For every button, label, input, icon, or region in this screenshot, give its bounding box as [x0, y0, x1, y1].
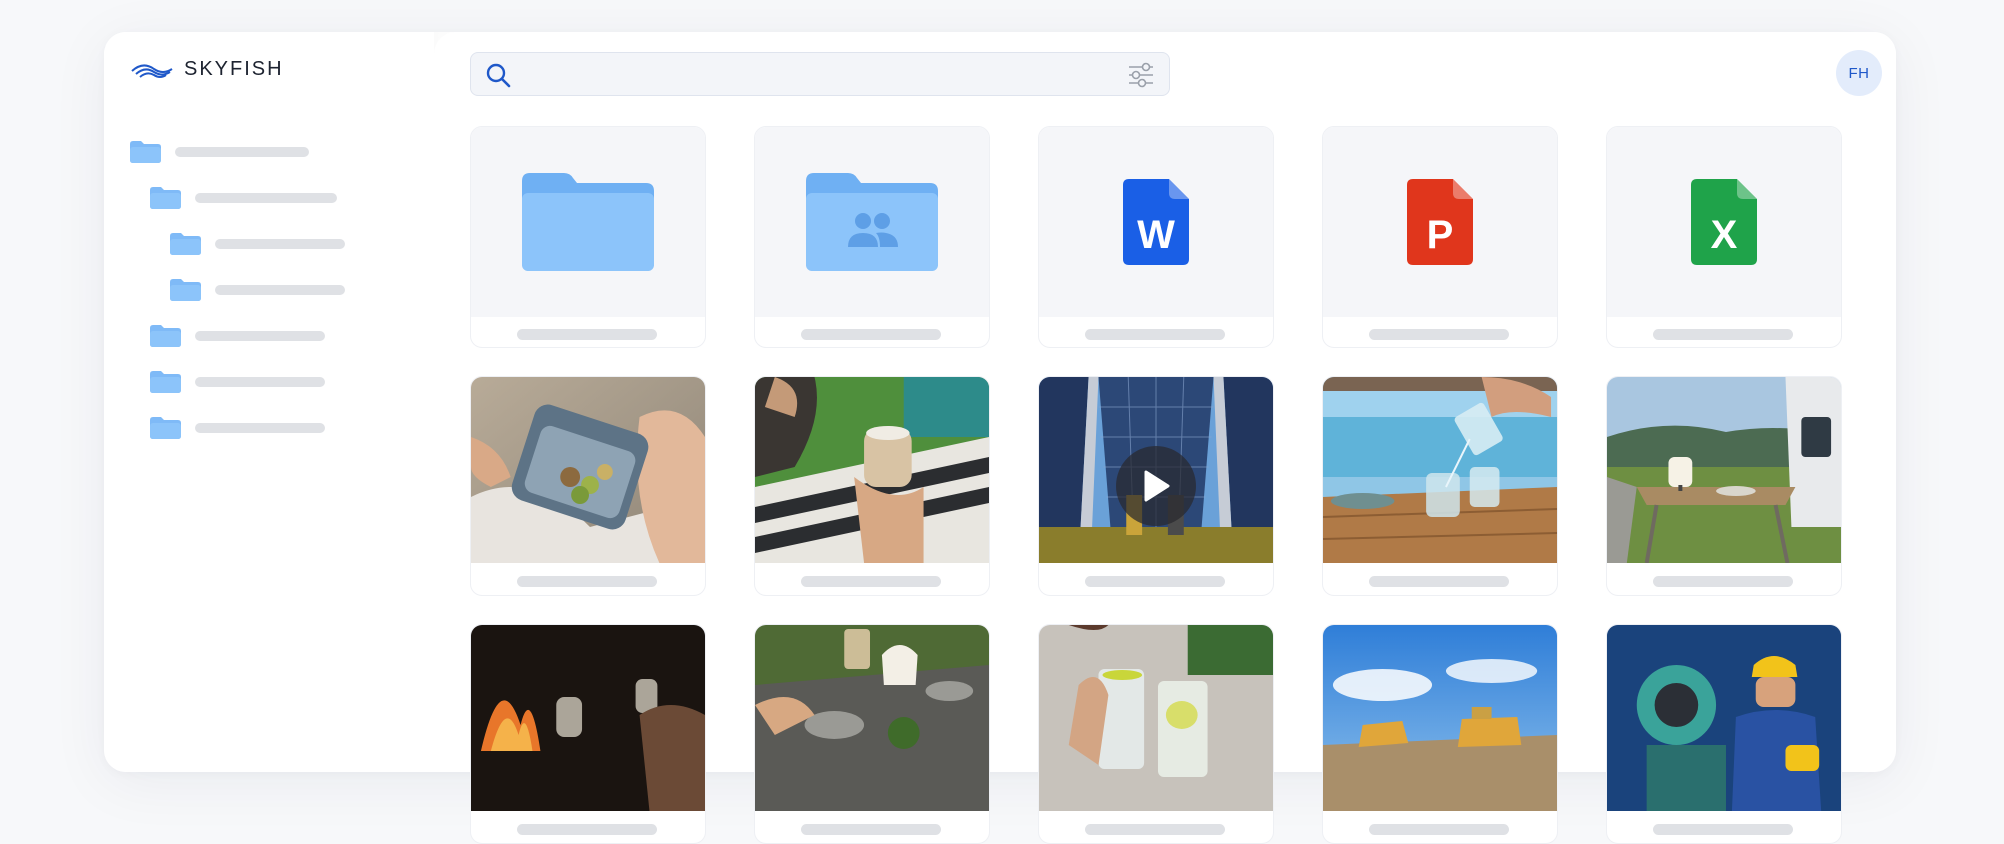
image-card[interactable]: [754, 624, 990, 844]
search-bar[interactable]: [470, 52, 1170, 96]
image-card[interactable]: [1322, 624, 1558, 844]
powerpoint-file-card[interactable]: P: [1322, 126, 1558, 348]
folder-icon: [522, 173, 654, 271]
file-name-placeholder: [1653, 824, 1793, 835]
folder-name-placeholder: [195, 331, 325, 341]
folder-icon: [150, 371, 181, 393]
folder-thumbnail: [755, 127, 989, 317]
image-card[interactable]: [1038, 624, 1274, 844]
user-avatar[interactable]: FH: [1836, 50, 1882, 96]
folder-name-placeholder: [175, 147, 309, 157]
word-letter: W: [1137, 213, 1175, 257]
folder-tree-item[interactable]: [150, 367, 325, 397]
folder-icon: [170, 233, 201, 255]
file-thumbnail: W: [1039, 127, 1273, 317]
folder-name-placeholder: [215, 239, 345, 249]
folder-tree-item[interactable]: [130, 137, 309, 167]
folder-name-placeholder: [195, 377, 325, 387]
camper-table-photo: [1607, 377, 1841, 563]
folder-thumbnail: [471, 127, 705, 317]
coffee-lounger-photo: [755, 377, 989, 563]
folder-name-placeholder: [195, 423, 325, 433]
folder-name-placeholder: [215, 285, 345, 295]
image-card[interactable]: [754, 376, 990, 596]
file-name-placeholder: [801, 329, 941, 340]
brand-name: SKYFISH: [184, 58, 284, 80]
file-name-placeholder: [1653, 329, 1793, 340]
folder-name-placeholder: [195, 193, 337, 203]
shared-folder-card[interactable]: [754, 126, 990, 348]
file-name-placeholder: [801, 576, 941, 587]
file-thumbnail: P: [1323, 127, 1557, 317]
powerpoint-file-icon: P: [1407, 179, 1473, 265]
search-input[interactable]: [519, 57, 1099, 91]
play-button[interactable]: [1116, 446, 1196, 526]
logo[interactable]: SKYFISH: [130, 58, 284, 81]
file-name-placeholder: [1369, 824, 1509, 835]
file-name-placeholder: [1085, 576, 1225, 587]
drinks-photo: [1039, 625, 1273, 811]
file-name-placeholder: [1369, 576, 1509, 587]
file-name-placeholder: [517, 824, 657, 835]
file-name-placeholder: [801, 824, 941, 835]
folder-icon: [150, 417, 181, 439]
file-thumbnail: X: [1607, 127, 1841, 317]
pouring-water-photo: [1323, 377, 1557, 563]
image-card[interactable]: [1606, 624, 1842, 844]
folder-tree-item[interactable]: [170, 229, 345, 259]
file-name-placeholder: [517, 576, 657, 587]
folder-card[interactable]: [470, 126, 706, 348]
snack-box-photo: [471, 377, 705, 563]
folder-tree-item[interactable]: [170, 275, 345, 305]
file-name-placeholder: [1369, 329, 1509, 340]
filter-sliders-icon[interactable]: [1127, 61, 1155, 89]
word-file-card[interactable]: W: [1038, 126, 1274, 348]
file-name-placeholder: [1085, 329, 1225, 340]
image-card[interactable]: [470, 624, 706, 844]
sidebar: SKYFISH: [104, 32, 434, 772]
search-icon[interactable]: [485, 62, 511, 88]
file-name-placeholder: [1085, 824, 1225, 835]
excel-file-icon: X: [1691, 179, 1757, 265]
mining-trucks-photo: [1323, 625, 1557, 811]
folder-tree-item[interactable]: [150, 321, 325, 351]
shared-folder-icon: [806, 173, 938, 271]
outdoor-dinner-photo: [755, 625, 989, 811]
industrial-worker-photo: [1607, 625, 1841, 811]
excel-file-card[interactable]: X: [1606, 126, 1842, 348]
folder-icon: [150, 325, 181, 347]
logo-waves-icon: [131, 64, 173, 78]
fireplace-wine-photo: [471, 625, 705, 811]
folder-tree-item[interactable]: [150, 413, 325, 443]
folder-icon: [150, 187, 181, 209]
image-card[interactable]: [1606, 376, 1842, 596]
video-card[interactable]: [1038, 376, 1274, 596]
file-name-placeholder: [1653, 576, 1793, 587]
excel-letter: X: [1711, 213, 1738, 257]
folder-tree-item[interactable]: [150, 183, 337, 213]
file-name-placeholder: [517, 329, 657, 340]
play-icon: [1144, 470, 1170, 502]
image-card[interactable]: [1322, 376, 1558, 596]
folder-icon: [170, 279, 201, 301]
image-card[interactable]: [470, 376, 706, 596]
powerpoint-letter: P: [1427, 213, 1454, 257]
folder-icon: [130, 141, 161, 163]
word-file-icon: W: [1123, 179, 1189, 265]
